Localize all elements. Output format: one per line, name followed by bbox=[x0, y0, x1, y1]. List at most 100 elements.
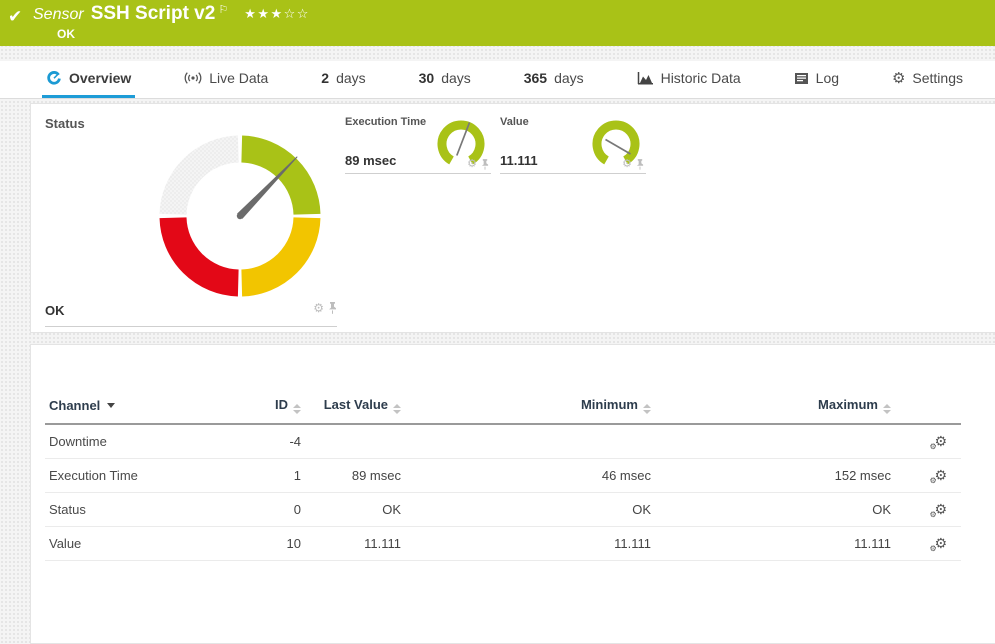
channel-minimum: OK bbox=[405, 493, 655, 527]
overview-gauges-panel: Status OK ⚙ Execution Time 89 msec bbox=[30, 103, 995, 333]
channel-settings-cell: ⚙⚙ bbox=[895, 424, 961, 459]
column-label: Channel bbox=[49, 398, 100, 413]
status-gauge bbox=[144, 120, 336, 312]
gauge-settings-gear-icon[interactable]: ⚙ bbox=[467, 159, 477, 170]
channel-name: Downtime bbox=[45, 424, 245, 459]
column-label: ID bbox=[275, 397, 288, 412]
column-label: Minimum bbox=[581, 397, 638, 412]
channel-table-header-row: Channel ID Last Value Minimum Maximum bbox=[45, 387, 961, 424]
channel-maximum: 11.111 bbox=[655, 527, 895, 561]
value-gauge-block: Value 11.111 ⚙ bbox=[500, 116, 646, 174]
tab-log[interactable]: Log bbox=[790, 61, 843, 98]
stars-empty[interactable]: ☆☆ bbox=[284, 6, 310, 21]
sensor-title: SSH Script v2 bbox=[91, 3, 216, 25]
tab-live-data[interactable]: Live Data bbox=[180, 61, 272, 98]
gauge-pin-icon[interactable] bbox=[481, 159, 489, 170]
status-gauge-footer: OK ⚙ bbox=[45, 302, 337, 327]
channel-last-value: 89 msec bbox=[305, 459, 405, 493]
column-header-last-value[interactable]: Last Value bbox=[305, 387, 405, 424]
tab-30-days[interactable]: 30 days bbox=[415, 61, 475, 98]
channel-id: 1 bbox=[245, 459, 305, 493]
tab-number: 365 bbox=[524, 70, 547, 86]
column-label: Last Value bbox=[324, 397, 388, 412]
channel-name: Execution Time bbox=[45, 459, 245, 493]
status-gauge-title: Status bbox=[45, 116, 85, 131]
gauge-settings-gear-icon[interactable]: ⚙ bbox=[313, 302, 324, 314]
live-icon bbox=[184, 71, 202, 85]
priority-stars[interactable]: ★★★☆☆ bbox=[244, 6, 310, 22]
execution-time-gauge-block: Execution Time 89 msec ⚙ bbox=[345, 116, 491, 174]
sensor-header: ✔ Sensor SSH Script v2 ⚐ ★★★☆☆ OK bbox=[0, 0, 995, 46]
gauge-segment-down bbox=[173, 218, 238, 283]
tab-overview[interactable]: Overview bbox=[42, 61, 135, 98]
object-type-label: Sensor bbox=[33, 6, 84, 24]
gauge-pin-icon[interactable] bbox=[636, 159, 644, 170]
channel-minimum: 46 msec bbox=[405, 459, 655, 493]
stars-filled[interactable]: ★★★ bbox=[244, 6, 283, 21]
channel-last-value bbox=[305, 424, 405, 459]
channel-table: Channel ID Last Value Minimum Maximum Downti… bbox=[45, 387, 961, 561]
channel-name: Status bbox=[45, 493, 245, 527]
channel-settings-gears-icon[interactable]: ⚙⚙ bbox=[934, 536, 947, 551]
settings-gear-icon: ⚙ bbox=[892, 71, 905, 86]
tab-label: Settings bbox=[912, 70, 963, 86]
tab-label: days bbox=[336, 70, 366, 86]
execution-time-value: 89 msec bbox=[345, 153, 396, 168]
column-header-channel[interactable]: Channel bbox=[45, 387, 245, 424]
tab-label: Overview bbox=[69, 70, 131, 86]
value-value: 11.111 bbox=[500, 153, 538, 168]
tab-historic-data[interactable]: Historic Data bbox=[633, 61, 745, 98]
channel-last-value: OK bbox=[305, 493, 405, 527]
sort-toggle-icon[interactable] bbox=[293, 404, 301, 414]
gauge-settings-gear-icon[interactable]: ⚙ bbox=[622, 159, 632, 170]
channel-row-status[interactable]: Status0OKOKOK⚙⚙ bbox=[45, 493, 961, 527]
column-header-id[interactable]: ID bbox=[245, 387, 305, 424]
channel-table-panel: Channel ID Last Value Minimum Maximum Downti… bbox=[30, 344, 995, 644]
column-header-row-settings bbox=[895, 387, 961, 424]
tab-label: Log bbox=[816, 70, 839, 86]
tab-label: Live Data bbox=[209, 70, 268, 86]
gauge-pin-icon[interactable] bbox=[328, 302, 337, 314]
channel-name: Value bbox=[45, 527, 245, 561]
priority-flag-icon[interactable]: ⚐ bbox=[218, 3, 228, 16]
sort-toggle-icon[interactable] bbox=[643, 404, 651, 414]
tab-2-days[interactable]: 2days bbox=[317, 61, 369, 98]
gauge-segment-warning bbox=[242, 218, 307, 283]
tab-label: Historic Data bbox=[661, 70, 741, 86]
channel-settings-gears-icon[interactable]: ⚙⚙ bbox=[934, 468, 947, 483]
tab-number: 30 bbox=[419, 70, 435, 86]
channel-id: 0 bbox=[245, 493, 305, 527]
channel-id: -4 bbox=[245, 424, 305, 459]
channel-maximum: OK bbox=[655, 493, 895, 527]
channel-minimum bbox=[405, 424, 655, 459]
tab-settings[interactable]: ⚙ Settings bbox=[888, 61, 967, 98]
status-check-icon: ✔ bbox=[8, 7, 30, 27]
chart-icon bbox=[637, 71, 654, 85]
channel-row-execution-time[interactable]: Execution Time189 msec46 msec152 msec⚙⚙ bbox=[45, 459, 961, 493]
tab-bar: Overview Live Data 2days 30 days 365 days Histo… bbox=[0, 61, 995, 99]
channel-settings-cell: ⚙⚙ bbox=[895, 459, 961, 493]
channel-row-value[interactable]: Value1011.11111.11111.111⚙⚙ bbox=[45, 527, 961, 561]
status-gauge-value: OK bbox=[45, 303, 65, 318]
channel-settings-cell: ⚙⚙ bbox=[895, 493, 961, 527]
channel-minimum: 11.111 bbox=[405, 527, 655, 561]
tab-365-days[interactable]: 365 days bbox=[520, 61, 588, 98]
channel-settings-gears-icon[interactable]: ⚙⚙ bbox=[934, 502, 947, 517]
column-header-maximum[interactable]: Maximum bbox=[655, 387, 895, 424]
channel-maximum bbox=[655, 424, 895, 459]
channel-settings-cell: ⚙⚙ bbox=[895, 527, 961, 561]
log-icon bbox=[794, 72, 809, 85]
column-header-minimum[interactable]: Minimum bbox=[405, 387, 655, 424]
column-label: Maximum bbox=[818, 397, 878, 412]
sort-caret-down-icon[interactable] bbox=[107, 403, 115, 408]
sort-toggle-icon[interactable] bbox=[393, 404, 401, 414]
gauge-segment-unknown bbox=[173, 149, 238, 214]
channel-settings-gears-icon[interactable]: ⚙⚙ bbox=[934, 434, 947, 449]
tab-label: days bbox=[441, 70, 471, 86]
channel-row-downtime[interactable]: Downtime-4 ⚙⚙ bbox=[45, 424, 961, 459]
channel-last-value: 11.111 bbox=[305, 527, 405, 561]
tab-label: days bbox=[554, 70, 584, 86]
channel-id: 10 bbox=[245, 527, 305, 561]
gauge-icon bbox=[46, 70, 62, 86]
sort-toggle-icon[interactable] bbox=[883, 404, 891, 414]
